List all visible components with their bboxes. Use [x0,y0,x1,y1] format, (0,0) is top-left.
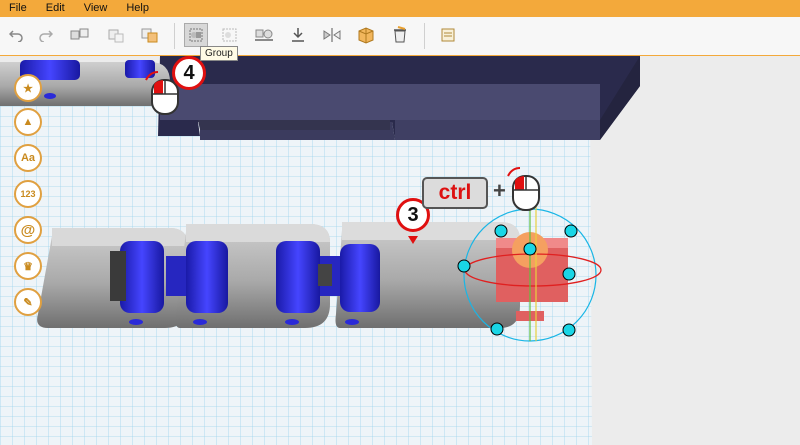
undo-icon[interactable] [4,23,28,47]
duplicate-icon[interactable] [138,23,162,47]
tools-icon[interactable]: ✎ [14,288,42,316]
toolbar-separator [174,23,175,49]
step-4-marker: 4 [172,56,206,90]
notes-icon[interactable] [436,23,460,47]
drop-icon[interactable] [286,23,310,47]
align-icon[interactable] [252,23,276,47]
menu-edit[interactable]: Edit [37,0,75,17]
paste-icon[interactable] [104,23,128,47]
menu-help[interactable]: Help [117,0,159,17]
ctrl-key-badge: ctrl [422,177,488,209]
shape-icon[interactable]: ▲ [14,108,42,136]
redo-icon[interactable] [34,23,58,47]
group-tooltip: Group [200,46,238,61]
blue-roller[interactable] [276,241,320,313]
copy-icon[interactable] [68,23,92,47]
plus-sign: + [493,178,506,203]
numbers-icon[interactable]: 123 [14,180,42,208]
star-icon[interactable]: ★ [14,74,42,102]
blue-roller[interactable] [120,241,164,313]
text-icon[interactable]: Aa [14,144,42,172]
toolbar [0,17,800,56]
toolbar-separator [424,23,425,49]
blue-roller[interactable] [340,244,380,312]
menu-file[interactable]: File [0,0,37,17]
blue-roller[interactable] [186,241,228,313]
mirror-icon[interactable] [320,23,344,47]
box-icon[interactable] [354,23,378,47]
crown-icon[interactable]: ♛ [14,252,42,280]
at-icon[interactable]: @ [14,216,42,244]
menu-bar: File Edit View Help [0,0,800,17]
delete-icon[interactable] [388,23,412,47]
group-icon[interactable] [184,23,208,47]
ungroup-icon[interactable] [218,23,242,47]
3d-viewport[interactable]: ★ ▲ Aa 123 @ ♛ ✎ [0,56,800,445]
menu-view[interactable]: View [75,0,118,17]
workplane-grid [0,56,640,445]
